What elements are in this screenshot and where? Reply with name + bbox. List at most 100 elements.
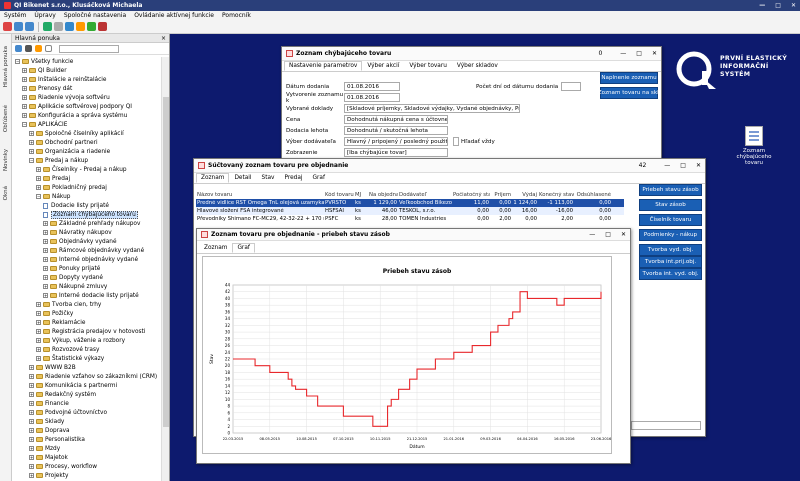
cascade-icon[interactable] <box>25 22 34 31</box>
expand-toggle-icon[interactable]: + <box>29 446 34 451</box>
tree-item[interactable]: + Organizácia a riadenie <box>29 147 110 156</box>
expand-toggle-icon[interactable]: + <box>36 185 41 190</box>
display-select[interactable]: [Iba chýbajúce tovar] <box>344 148 448 157</box>
tab-graph[interactable]: Graf <box>308 173 330 183</box>
tree-item[interactable]: + Výkup, váženie a rozbory <box>36 336 125 345</box>
maximize-icon[interactable]: □ <box>605 231 611 238</box>
minimize-icon[interactable]: — <box>664 162 670 169</box>
globe-icon[interactable] <box>65 22 74 31</box>
tree-item[interactable]: + Komunikácia s partnermi <box>29 381 117 390</box>
tab-main-menu[interactable]: Hlavná ponuka <box>1 42 11 92</box>
minimize-icon[interactable]: — <box>759 2 765 9</box>
price-select[interactable]: Dohodnutá nákupná cena s účtovnej men <box>344 115 448 124</box>
tree-item[interactable]: + Prenosy dát <box>22 84 72 93</box>
expand-toggle-icon[interactable]: + <box>36 338 41 343</box>
nav-scroll-thumb[interactable] <box>163 97 169 427</box>
note-input[interactable] <box>631 421 701 430</box>
menu-active-function[interactable]: Ovládanie aktívnej funkcie <box>134 12 214 19</box>
tree-item[interactable]: + Sklady <box>29 417 64 426</box>
tree-item[interactable]: + Doprava <box>29 426 70 435</box>
expand-toggle-icon[interactable]: + <box>22 68 27 73</box>
tree-item[interactable]: + Rámcové objednávky vydané <box>43 246 144 255</box>
tree-item[interactable]: + Majetok <box>29 453 68 462</box>
search-always-checkbox[interactable] <box>453 137 459 146</box>
tab-detail[interactable]: Detail <box>229 173 256 183</box>
expand-toggle-icon[interactable]: + <box>29 131 34 136</box>
expand-toggle-icon[interactable]: + <box>29 140 34 145</box>
tree-item[interactable]: + Číselníky - Predaj a nákup <box>36 165 127 174</box>
create-date-input[interactable]: 01.08.2016 <box>344 93 400 102</box>
expand-toggle-icon[interactable]: + <box>43 293 48 298</box>
star-icon[interactable] <box>76 22 85 31</box>
delivery-date-input[interactable]: 01.08.2016 <box>344 82 400 91</box>
tree-item[interactable]: + Požičky <box>36 309 73 318</box>
refresh-icon[interactable] <box>43 22 52 31</box>
nav-close-icon[interactable]: × <box>161 35 166 42</box>
tree-item[interactable]: + Pokladničný predaj <box>36 183 107 192</box>
tab-warehouses[interactable]: Výber skladov <box>452 61 503 71</box>
tree-item[interactable]: + Štatistické výkazy <box>36 354 104 363</box>
tree-item[interactable]: + Reklamácie <box>36 318 85 327</box>
tree-item[interactable]: + Riadenie vývoja softvéru <box>22 93 110 102</box>
close-window-icon[interactable] <box>3 22 12 31</box>
create-issued-order-button[interactable]: Tvorba vyd. obj. <box>639 244 702 256</box>
maximize-icon[interactable]: □ <box>636 50 642 57</box>
tree-item[interactable]: + Dopyty vydané <box>43 273 103 282</box>
lead-time-select[interactable]: Dohodnutá / skutočná lehota <box>344 126 448 135</box>
supplier-select[interactable]: Hlavný / pripojený / posledný použitý do… <box>344 137 448 146</box>
expand-toggle-icon[interactable]: + <box>22 104 27 109</box>
table-row[interactable]: Predné vidlice RST Omega TnL olejová uza… <box>196 199 624 207</box>
expand-toggle-icon[interactable]: + <box>29 149 34 154</box>
expand-toggle-icon[interactable]: + <box>36 302 41 307</box>
menu-system[interactable]: Systém <box>4 12 26 19</box>
tab-sales[interactable]: Predaj <box>279 173 307 183</box>
star-icon[interactable] <box>35 45 42 52</box>
expand-toggle-icon[interactable]: + <box>29 464 34 469</box>
new-window-icon[interactable] <box>14 22 23 31</box>
expand-toggle-icon[interactable]: + <box>43 275 48 280</box>
close-icon[interactable]: ✕ <box>621 231 626 238</box>
menu-common-settings[interactable]: Spoločné nastavenia <box>64 12 126 19</box>
expand-toggle-icon[interactable]: + <box>36 329 41 334</box>
exit-icon[interactable] <box>98 22 107 31</box>
tab-news[interactable]: Novinky <box>1 144 11 176</box>
tab-favorites[interactable]: Obľúbené <box>1 98 11 140</box>
tab-list[interactable]: Zoznam <box>199 243 232 253</box>
expand-toggle-icon[interactable]: + <box>36 356 41 361</box>
tree-item[interactable]: − Predaj a nákup <box>29 156 88 165</box>
tree-item[interactable]: − Nákup <box>36 192 70 201</box>
expand-toggle-icon[interactable]: + <box>36 311 41 316</box>
tree-item[interactable]: + Podvojné účtovníctvo <box>29 408 107 417</box>
tab-state[interactable]: Stav <box>257 173 280 183</box>
close-icon[interactable]: ✕ <box>791 2 796 9</box>
expand-toggle-icon[interactable]: − <box>29 158 34 163</box>
tree-item[interactable]: + QI Builder <box>22 66 67 75</box>
tree-item[interactable]: + Spoločné číselníky aplikácií <box>29 129 124 138</box>
tree-item[interactable]: + Financie <box>29 399 69 408</box>
expand-toggle-icon[interactable]: + <box>29 365 34 370</box>
expand-toggle-icon[interactable]: + <box>22 86 27 91</box>
expand-toggle-icon[interactable]: + <box>43 248 48 253</box>
nav-search-input[interactable] <box>59 44 119 53</box>
tab-goods[interactable]: Výber tovaru <box>404 61 452 71</box>
expand-toggle-icon[interactable]: + <box>22 77 27 82</box>
tree-item[interactable]: + Mzdy <box>29 444 60 453</box>
tree-item[interactable]: + Projekty <box>29 471 68 480</box>
table-row[interactable]: Převodníky Shimano FC-MC29, 42-32-22 + 1… <box>196 215 624 223</box>
tree-item[interactable]: + Rozvozové trasy <box>36 345 99 354</box>
desktop-shortcut[interactable]: Zoznam chýbajúceho tovaru <box>728 126 780 166</box>
tree-item[interactable]: + Tvorba cien, trhy <box>36 300 101 309</box>
expand-toggle-icon[interactable]: + <box>36 176 41 181</box>
tree-item[interactable]: Zoznam chýbajúceho tovaru <box>43 210 138 219</box>
expand-toggle-icon[interactable]: + <box>22 95 27 100</box>
tab-parameters[interactable]: Nastavenie parametrov <box>284 61 363 71</box>
expand-toggle-icon[interactable]: + <box>29 419 34 424</box>
expand-toggle-icon[interactable]: + <box>43 230 48 235</box>
tree-icon[interactable] <box>15 45 22 52</box>
create-int-received-order-button[interactable]: Tvorba int.prij.obj. <box>639 256 702 268</box>
tree-item[interactable]: + Interné objednávky vydané <box>43 255 138 264</box>
expand-toggle-icon[interactable]: + <box>29 383 34 388</box>
tree-item[interactable]: + Konfigurácia a správa systému <box>22 111 127 120</box>
tree-item[interactable]: + Objednávky vydané <box>43 237 117 246</box>
tree-item[interactable]: + Redakčný systém <box>29 390 96 399</box>
